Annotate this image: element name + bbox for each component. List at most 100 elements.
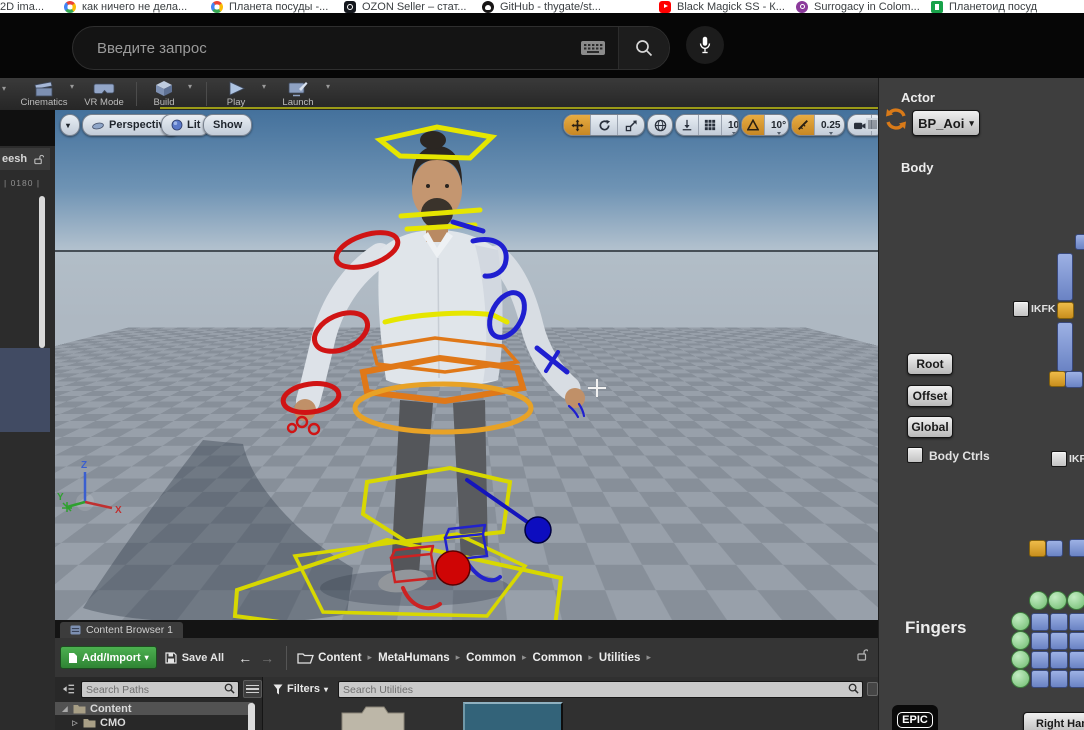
asset-thumbnail[interactable]: [463, 702, 563, 730]
search-assets-input[interactable]: [338, 681, 863, 698]
tree-item-content[interactable]: ◢ Content: [55, 702, 253, 715]
finger-ctrl-cell[interactable]: [1069, 632, 1084, 650]
global-button[interactable]: Global: [907, 416, 953, 438]
view-options-icon[interactable]: [243, 680, 262, 698]
finger-ctrl-cell[interactable]: [1031, 632, 1049, 650]
finger-ctrl-cell[interactable]: [1050, 632, 1068, 650]
rotation-snap-value[interactable]: 10°: [765, 115, 789, 135]
grid-snap-value[interactable]: 10: [722, 115, 739, 135]
scale-snap-toggle[interactable]: [792, 115, 815, 135]
grid-snap-toggle[interactable]: [699, 115, 722, 135]
finger-ctrl-circle[interactable]: [1011, 650, 1030, 669]
content-browser-tab[interactable]: Content Browser 1: [60, 622, 183, 638]
toolbar-build-button[interactable]: Build ▾: [132, 80, 196, 108]
search-submit-button[interactable]: [618, 27, 669, 69]
bookmark-item[interactable]: Black Magick SS - К...: [659, 0, 785, 13]
search-paths-input[interactable]: [81, 681, 239, 698]
ue-3d-viewport[interactable]: Z X Y: [55, 110, 878, 620]
tree-collapsed-icon[interactable]: ▷: [71, 719, 79, 727]
world-space-button[interactable]: [648, 115, 672, 135]
finger-ctrl-cell[interactable]: [1069, 670, 1084, 688]
body-picker-arm-ctrl[interactable]: [1057, 253, 1073, 301]
finger-ctrl-circle[interactable]: [1011, 631, 1030, 650]
body-picker-foot-ctrl[interactable]: [1029, 540, 1046, 557]
bookmark-item[interactable]: Планета посуды -...: [211, 0, 328, 13]
add-import-button[interactable]: Add/Import ▾: [60, 646, 157, 669]
tree-scrollbar[interactable]: [248, 703, 255, 730]
body-picker-foot-ctrl[interactable]: [1069, 539, 1084, 557]
search-field[interactable]: [72, 26, 670, 70]
bookmark-item[interactable]: как ничего не дела...: [64, 0, 187, 13]
toolbar-cinematics-button[interactable]: Cinematics ▾: [12, 80, 76, 108]
finger-ctrl-circle[interactable]: [1067, 591, 1084, 610]
body-picker-ctrl[interactable]: [1075, 234, 1084, 250]
body-picker-arm-ctrl[interactable]: [1057, 322, 1073, 372]
left-panel-tab[interactable]: eesh: [0, 148, 50, 170]
save-search-icon[interactable]: [867, 682, 878, 696]
forward-button[interactable]: →: [260, 650, 274, 666]
finger-ctrl-circle[interactable]: [1048, 591, 1067, 610]
ikfk-leg-checkbox[interactable]: [1051, 451, 1067, 467]
finger-ctrl-circle[interactable]: [1029, 591, 1048, 610]
surface-snap-button[interactable]: [676, 115, 699, 135]
bookmark-item[interactable]: OZON Seller – стат...: [344, 0, 466, 13]
body-picker-elbow-ctrl[interactable]: [1057, 302, 1074, 319]
body-picker-foot-ctrl[interactable]: [1046, 540, 1063, 557]
finger-ctrl-cell[interactable]: [1031, 613, 1049, 631]
toolbar-vr-mode-button[interactable]: VR Mode: [72, 80, 136, 108]
scale-tool-button[interactable]: [618, 115, 644, 135]
caret-down-icon[interactable]: ▾: [326, 82, 330, 91]
body-ctrls-checkbox[interactable]: [907, 447, 923, 463]
finger-ctrl-circle[interactable]: [1011, 612, 1030, 631]
finger-ctrl-cell[interactable]: [1069, 651, 1084, 669]
refresh-actor-icon[interactable]: [883, 106, 909, 132]
filters-button[interactable]: Filters ▾: [273, 683, 328, 695]
rotate-tool-button[interactable]: [591, 115, 618, 135]
voice-search-button[interactable]: [686, 26, 724, 64]
left-panel-selected-rows[interactable]: [0, 348, 50, 432]
finger-ctrl-cell[interactable]: [1069, 613, 1084, 631]
asset-folder-icon[interactable]: [340, 705, 406, 730]
offset-button[interactable]: Offset: [907, 385, 953, 407]
breadcrumb-item[interactable]: MetaHumans: [378, 652, 450, 664]
back-button[interactable]: ←: [238, 650, 252, 666]
tree-expanded-icon[interactable]: ◢: [61, 705, 69, 713]
finger-ctrl-cell[interactable]: [1050, 670, 1068, 688]
breadcrumb-item[interactable]: Common: [466, 652, 516, 664]
bookmark-item[interactable]: Планетоид посуд: [931, 0, 1037, 13]
move-tool-button[interactable]: [564, 115, 591, 135]
sources-toggle-icon[interactable]: [62, 683, 75, 695]
search-input[interactable]: [73, 39, 580, 58]
finger-ctrl-circle[interactable]: [1011, 669, 1030, 688]
lock-icon[interactable]: [856, 648, 868, 661]
toolbar-launch-button[interactable]: Launch ▾: [266, 80, 330, 108]
viewport-3d-scene[interactable]: Z X Y: [55, 110, 878, 620]
caret-down-icon[interactable]: ▾: [2, 84, 6, 93]
finger-ctrl-cell[interactable]: [1050, 613, 1068, 631]
scale-snap-value[interactable]: 0.25: [815, 115, 845, 135]
right-hand-button[interactable]: Right Han: [1023, 712, 1084, 730]
unlock-icon[interactable]: [33, 154, 44, 165]
bookmark-item[interactable]: 2D ima...: [0, 0, 44, 13]
finger-ctrl-cell[interactable]: [1031, 651, 1049, 669]
viewport-options-button[interactable]: ▾: [60, 114, 80, 136]
bookmark-item[interactable]: Surrogacy in Colom...: [796, 0, 920, 13]
toolbar-play-button[interactable]: Play ▾: [204, 80, 268, 108]
finger-ctrl-cell[interactable]: [1050, 651, 1068, 669]
caret-down-icon[interactable]: ▾: [188, 82, 192, 91]
breadcrumb-item[interactable]: Content: [318, 652, 361, 664]
body-picker-hand-ctrl[interactable]: [1065, 371, 1083, 388]
viewport-show-button[interactable]: Show: [203, 114, 252, 136]
left-panel-scrollbar[interactable]: [39, 196, 45, 348]
breadcrumb-item[interactable]: Common: [533, 652, 583, 664]
body-picker-hand-ctrl[interactable]: [1049, 371, 1066, 387]
root-button[interactable]: Root: [907, 353, 953, 375]
finger-ctrl-cell[interactable]: [1031, 670, 1049, 688]
actor-select-dropdown[interactable]: BP_Aoi ▾: [912, 110, 980, 136]
breadcrumb-item[interactable]: Utilities: [599, 652, 641, 664]
ikfk-arm-checkbox[interactable]: [1013, 301, 1029, 317]
tree-item-cmo[interactable]: ▷ CMO: [55, 716, 263, 729]
bookmark-item[interactable]: GitHub - thygate/st...: [482, 0, 601, 13]
rotation-snap-toggle[interactable]: [742, 115, 765, 135]
save-all-button[interactable]: Save All: [165, 652, 224, 664]
